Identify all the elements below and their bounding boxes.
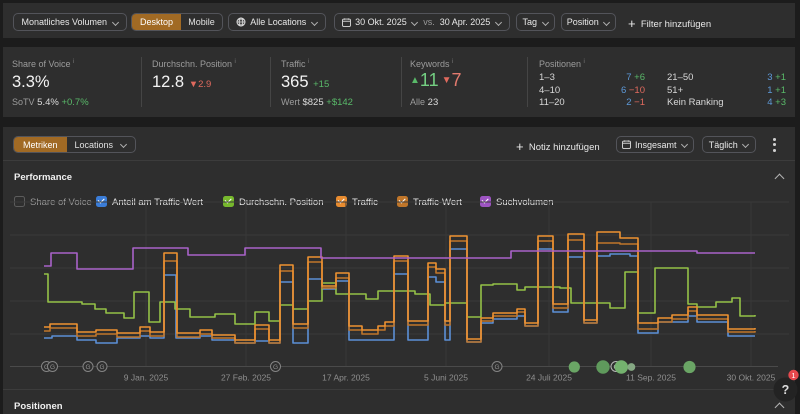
svg-text:G: G <box>85 364 90 371</box>
svg-text:5 Juni 2025: 5 Juni 2025 <box>424 373 468 383</box>
svg-text:G: G <box>273 364 278 371</box>
svg-text:30 Okt. 2025: 30 Okt. 2025 <box>727 373 776 383</box>
svg-text:G: G <box>99 364 104 371</box>
svg-text:G: G <box>494 364 499 371</box>
svg-text:27 Feb. 2025: 27 Feb. 2025 <box>221 373 271 383</box>
svg-text:?: ? <box>782 383 790 397</box>
svg-text:9 Jan. 2025: 9 Jan. 2025 <box>124 373 169 383</box>
svg-text:G: G <box>50 364 55 371</box>
svg-text:11 Sep. 2025: 11 Sep. 2025 <box>626 373 676 383</box>
svg-text:1: 1 <box>791 371 795 380</box>
svg-text:24 Juli 2025: 24 Juli 2025 <box>526 373 572 383</box>
svg-text:17 Apr. 2025: 17 Apr. 2025 <box>322 373 370 383</box>
